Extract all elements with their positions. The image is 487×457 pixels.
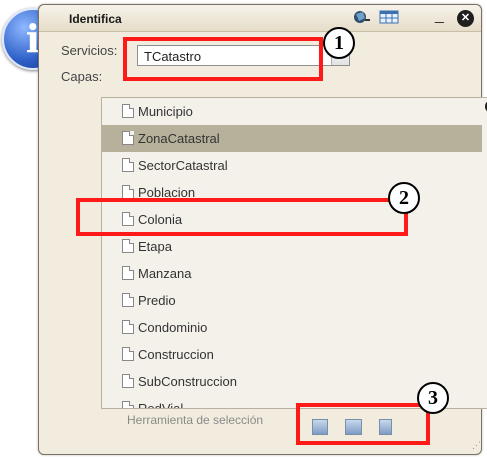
- annotation-marker-1: 1: [323, 27, 355, 59]
- layer-label: Construccion: [138, 347, 214, 362]
- layers-label: Capas:: [61, 69, 103, 84]
- layer-label: Predio: [138, 293, 176, 308]
- document-icon: [122, 374, 134, 388]
- annotation-box-1: [123, 37, 323, 81]
- document-icon: [122, 320, 134, 334]
- list-item[interactable]: Condominio: [102, 314, 482, 341]
- layer-label: Manzana: [138, 266, 192, 281]
- document-icon: [122, 104, 134, 118]
- annotation-marker-3: 3: [417, 382, 449, 414]
- list-item[interactable]: Etapa: [102, 233, 482, 260]
- layer-label: RedVial: [138, 401, 184, 409]
- document-icon: [122, 401, 134, 408]
- list-item[interactable]: Municipio: [102, 98, 482, 125]
- document-icon: [122, 131, 134, 145]
- layer-label: Condominio: [138, 320, 208, 335]
- layer-label: SectorCatastral: [138, 158, 228, 173]
- identify-tool-icon[interactable]: [351, 9, 371, 25]
- document-icon: [122, 347, 134, 361]
- table-icon[interactable]: [379, 9, 399, 25]
- document-icon: [122, 239, 134, 253]
- annotation-marker-2: 2: [388, 182, 420, 214]
- close-icon[interactable]: ✕: [457, 10, 474, 27]
- list-item[interactable]: SectorCatastral: [102, 152, 482, 179]
- annotation-box-2: [76, 198, 408, 236]
- services-label: Servicios:: [61, 43, 118, 58]
- list-item[interactable]: Construccion: [102, 341, 482, 368]
- window-title: Identifica: [69, 12, 122, 26]
- layer-label: Etapa: [138, 239, 172, 254]
- layers-scrollbar[interactable]: ▲: [483, 98, 487, 408]
- layer-label: ZonaCatastral: [138, 131, 220, 146]
- layer-label: SubConstruccion: [138, 374, 237, 389]
- document-icon: [122, 293, 134, 307]
- document-icon: [122, 158, 134, 172]
- layer-label: Municipio: [138, 104, 193, 119]
- document-icon: [122, 185, 134, 199]
- list-item[interactable]: Manzana: [102, 260, 482, 287]
- document-icon: [122, 266, 134, 280]
- list-item[interactable]: ZonaCatastral: [102, 125, 482, 152]
- minimize-icon[interactable]: _: [435, 8, 444, 24]
- title-bar[interactable]: Identifica _ ✕: [39, 5, 481, 32]
- annotation-box-3: [296, 403, 430, 445]
- selection-tool-label: Herramienta de selección: [127, 413, 264, 427]
- resize-grip-icon[interactable]: ⋰: [472, 440, 481, 451]
- layers-list[interactable]: Municipio ZonaCatastral SectorCatastral …: [101, 97, 487, 409]
- list-item[interactable]: Predio: [102, 287, 482, 314]
